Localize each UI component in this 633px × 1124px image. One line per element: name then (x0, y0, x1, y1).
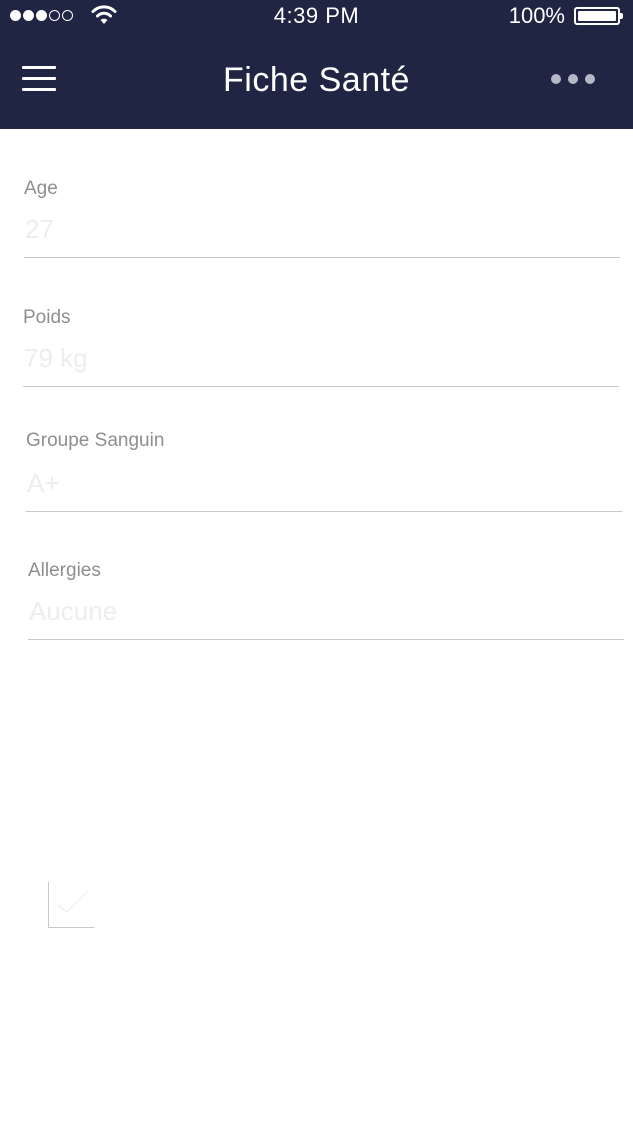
header: 4:39 PM 100% Fiche Santé (0, 0, 633, 129)
allergies-field: Allergies (28, 558, 625, 640)
navigation-bar: Fiche Santé (0, 34, 633, 129)
age-field: Age (24, 176, 621, 258)
checkmark-icon (57, 890, 89, 913)
blood-group-input[interactable] (27, 467, 623, 499)
battery-nub (620, 13, 623, 19)
status-bar: 4:39 PM 100% (0, 0, 633, 34)
age-label: Age (24, 178, 58, 199)
battery-fill (578, 11, 616, 21)
battery-icon (574, 7, 623, 25)
battery-percent: 100% (508, 3, 565, 28)
weight-input[interactable] (24, 342, 620, 374)
blood-group-label: Groupe Sanguin (26, 430, 165, 451)
allergies-label: Allergies (28, 560, 101, 581)
weight-field: Poids (23, 305, 620, 387)
allergies-input[interactable] (29, 595, 625, 627)
age-input[interactable] (25, 213, 621, 245)
more-dots-icon[interactable] (551, 74, 595, 84)
weight-label: Poids (23, 307, 71, 328)
blood-group-field: Groupe Sanguin (26, 428, 623, 512)
page-title: Fiche Santé (223, 61, 410, 99)
confirm-checkbox[interactable] (48, 882, 94, 928)
